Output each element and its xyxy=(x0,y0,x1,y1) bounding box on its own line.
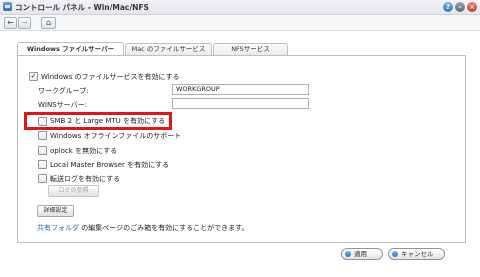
apply-icon xyxy=(345,251,351,257)
advanced-settings-button[interactable]: 詳細設定 xyxy=(37,205,74,217)
local-master-checkbox[interactable] xyxy=(38,160,47,169)
enable-windows-label: Windows のファイルサービスを有効にする xyxy=(41,73,180,81)
enable-windows-checkbox[interactable]: ✓ xyxy=(29,72,38,81)
cancel-button[interactable]: キャンセル xyxy=(388,248,445,260)
transfer-log-label: 転送ログを有効にする xyxy=(50,175,121,183)
apply-label: 適用 xyxy=(354,250,367,258)
cancel-label: キャンセル xyxy=(401,250,434,258)
apply-button[interactable]: 適用 xyxy=(341,248,383,260)
forward-arrow-icon[interactable]: → xyxy=(18,17,31,29)
oplock-checkbox[interactable] xyxy=(38,146,47,155)
title-bar: コントロール パネル - Win/Mac/NFS ? – × xyxy=(0,0,480,15)
smb2-label: SMB 2 と Large MTU を有効にする xyxy=(50,117,166,125)
tab-windows-file-server[interactable]: Windows ファイルサーバー xyxy=(17,42,124,55)
oplock-label: oplock を無効にする xyxy=(50,147,118,155)
local-master-label: Local Master Browser を有効にする xyxy=(50,161,170,169)
workgroup-label: ワークグループ: xyxy=(38,87,89,95)
help-icon[interactable]: ? xyxy=(443,2,453,12)
offline-files-label: Windows オフラインファイルのサポート xyxy=(50,132,182,140)
shared-folder-link[interactable]: 共有フォルダ xyxy=(37,224,79,232)
wins-server-label: WINSサーバー: xyxy=(38,101,87,109)
navigation-bar: ← → ⌂ xyxy=(0,15,480,31)
back-arrow-icon[interactable]: ← xyxy=(4,17,17,29)
workgroup-input[interactable]: WORKGROUP xyxy=(172,84,309,95)
transfer-log-checkbox[interactable] xyxy=(38,174,47,183)
minimize-icon[interactable]: – xyxy=(455,2,465,12)
recycle-bin-note-text: の編集ページのごみ箱を有効にすることができます。 xyxy=(79,224,249,232)
smb2-checkbox[interactable] xyxy=(38,117,47,126)
wins-server-input[interactable] xyxy=(172,98,309,109)
tab-mac-file-service[interactable]: Mac のファイルサービス xyxy=(125,43,212,55)
offline-files-checkbox[interactable] xyxy=(38,131,47,140)
window-title: コントロール パネル - Win/Mac/NFS xyxy=(15,3,149,12)
tab-nfs-service[interactable]: NFSサービス xyxy=(213,43,288,55)
close-icon[interactable]: × xyxy=(467,2,477,12)
control-panel-icon xyxy=(3,2,12,11)
view-log-button[interactable]: ログの参照 xyxy=(48,185,99,197)
home-icon[interactable]: ⌂ xyxy=(41,17,56,29)
recycle-bin-note: 共有フォルダ の編集ページのごみ箱を有効にすることができます。 xyxy=(37,223,248,233)
settings-panel: ✓ Windows のファイルサービスを有効にする ワークグループ: WORKG… xyxy=(17,55,466,243)
cancel-icon xyxy=(392,251,398,257)
